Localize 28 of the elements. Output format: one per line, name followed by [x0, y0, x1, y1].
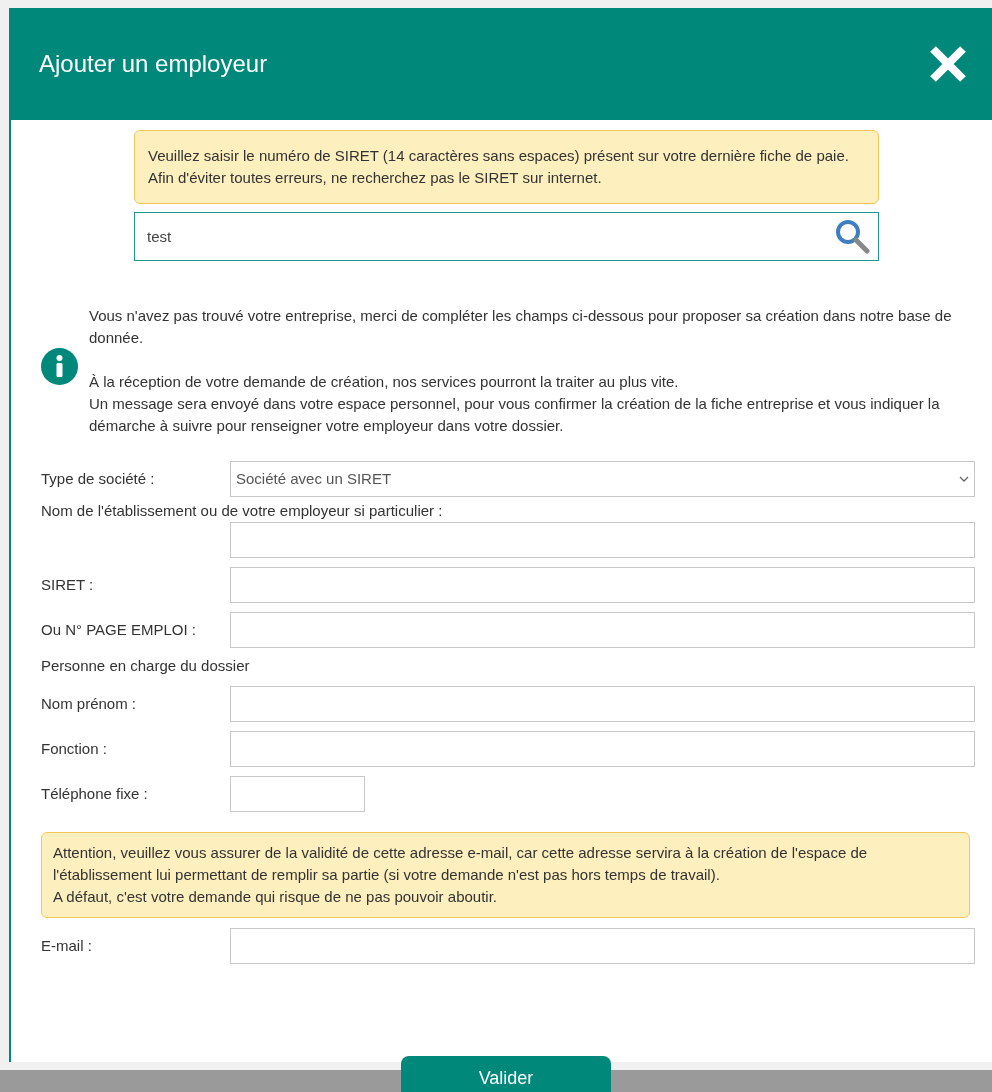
input-field[interactable] [230, 686, 975, 722]
input-field[interactable] [230, 612, 975, 648]
submit-button[interactable]: Valider [401, 1056, 611, 1092]
input-field[interactable] [230, 928, 975, 964]
info-text: À la réception de votre demande de création, nos services pourront la traiter au plus vite. Un message sera envoyé dans votre espace personnel, pour vous confirmer la création de la fiche entreprise et vous indiquer la démarche à suivre pour renseigner votre employeur dans votre dossier. [89, 372, 941, 436]
field-label: Type de société : [41, 468, 156, 489]
input-field[interactable] [230, 522, 975, 558]
close-icon [928, 44, 968, 84]
field-label: E-mail : [41, 935, 93, 956]
dialog-title: Ajouter un employeur [39, 49, 268, 79]
notice: Attention, veuillez vous assurer de la validité de cette adresse e-mail, car cette adresse servira à la création de l'espace de l'établissement lui permettant de remplir sa partie (si votre demande n'est pas hors temps de travail). A défaut, c'est votre demande qui risque de ne pas pouvoir aboutir. [41, 832, 970, 918]
field-label: Fonction : [41, 738, 108, 759]
field-label: Téléphone fixe : [41, 783, 149, 804]
input-field[interactable] [230, 731, 975, 767]
input-field[interactable] [230, 776, 365, 812]
field-label: Nom de l'établissement ou de votre employeur si particulier : [41, 501, 444, 521]
field-label: SIRET : [41, 574, 95, 595]
field-label: Ou N° PAGE EMPLOI : [41, 619, 197, 640]
search-icon[interactable] [833, 218, 873, 254]
chevron-down-icon [959, 476, 969, 482]
info-text: Vous n'avez pas trouvé votre entreprise, merci de compléter les champs ci-dessous pour proposer sa création dans notre base de donnée. [89, 306, 953, 348]
section-heading: Personne en charge du dossier [41, 655, 250, 676]
field-label: Nom prénom : [41, 693, 138, 714]
notice: Veuillez saisir le numéro de SIRET (14 caractères sans espaces) présent sur votre dernière fiche de paie. Afin d'éviter toutes erreurs, ne recherchez pas le SIRET sur internet. [134, 130, 879, 204]
search-field[interactable]: test [134, 212, 879, 261]
input-field[interactable] [230, 567, 975, 603]
dropdown[interactable]: Société avec un SIRET [230, 461, 975, 497]
info-icon [41, 347, 78, 385]
